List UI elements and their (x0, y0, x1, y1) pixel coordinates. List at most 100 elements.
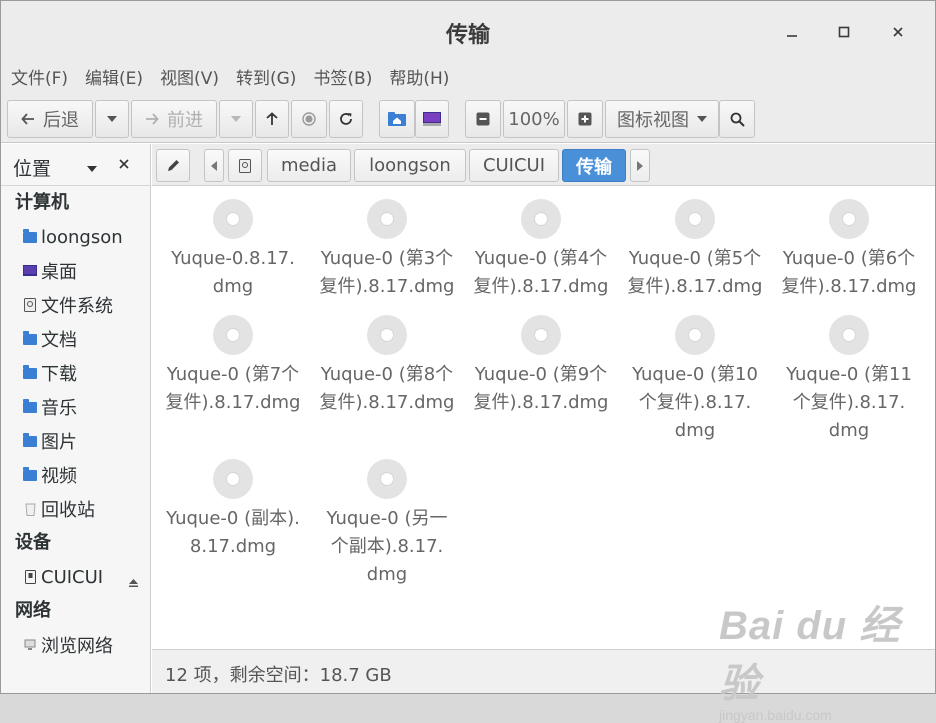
maximize-button[interactable] (831, 19, 857, 45)
minimize-button[interactable] (779, 19, 805, 45)
sidebar-item-label: 桌面 (41, 262, 77, 283)
disk-image-icon (367, 459, 407, 499)
crumb-media[interactable]: media (267, 149, 351, 182)
file-item[interactable]: Yuque-0.8.17. dmg (156, 199, 310, 301)
path-scroll-left-button[interactable] (204, 149, 224, 182)
file-name-line: Yuque-0 (第9个 (474, 364, 608, 385)
sidebar-category-network: 网络 (15, 600, 51, 621)
edit-location-button[interactable] (156, 149, 190, 182)
disk-image-icon (213, 199, 253, 239)
file-item[interactable]: Yuque-0 (第6个 复件).8.17.dmg (772, 199, 926, 301)
view-mode-label: 图标视图 (617, 110, 689, 131)
zoom-out-button[interactable] (465, 100, 501, 138)
computer-button[interactable] (415, 100, 449, 138)
back-history-button[interactable] (95, 100, 129, 138)
file-item[interactable]: Yuque-0 (第7个 复件).8.17.dmg (156, 315, 310, 417)
chevron-left-icon (211, 160, 217, 171)
menu-view[interactable]: 视图(V) (160, 63, 219, 95)
refresh-icon (340, 113, 352, 125)
disk-image-icon (213, 459, 253, 499)
reload-button[interactable] (329, 100, 363, 138)
zoom-level-button[interactable]: 100% (503, 100, 565, 138)
sidebar-item-music[interactable]: 音乐 (1, 390, 150, 424)
menu-bookmarks[interactable]: 书签(B) (313, 63, 372, 95)
sidebar-item-downloads[interactable]: 下载 (1, 356, 150, 390)
file-name: Yuque-0.8.17. dmg (156, 245, 310, 301)
up-button[interactable] (255, 100, 289, 138)
view-mode-dropdown[interactable]: 图标视图 (605, 100, 719, 138)
desktop-icon (23, 265, 37, 276)
baidu-watermark: Bai du 经验 jingyan.baidu.com (719, 593, 935, 723)
sidebar-item-loongson[interactable]: loongson (1, 220, 150, 254)
music-folder-icon (23, 398, 37, 413)
close-button[interactable] (885, 19, 911, 45)
sidebar-item-documents[interactable]: 文档 (1, 322, 150, 356)
crumb-cuicui[interactable]: CUICUI (469, 149, 559, 182)
file-item[interactable]: Yuque-0 (第3个 复件).8.17.dmg (310, 199, 464, 301)
file-item[interactable]: Yuque-0 (第5个 复件).8.17.dmg (618, 199, 772, 301)
menu-edit[interactable]: 编辑(E) (85, 63, 143, 95)
file-item[interactable]: Yuque-0 (另一 个副本).8.17. dmg (310, 459, 464, 589)
forward-history-button[interactable] (219, 100, 253, 138)
sidebar-item-label: CUICUI (41, 566, 104, 588)
file-name-line: Yuque-0 (第4个 (474, 248, 608, 269)
back-button[interactable]: 后退 (7, 100, 93, 138)
disk-image-icon (675, 199, 715, 239)
menu-go[interactable]: 转到(G) (236, 63, 296, 95)
stop-button[interactable] (291, 100, 327, 138)
status-text: 12 项，剩余空间：18.7 GB (165, 665, 392, 686)
minus-icon (476, 112, 490, 126)
forward-button[interactable]: 前进 (131, 100, 217, 138)
sidebar-item-pictures[interactable]: 图片 (1, 424, 150, 458)
file-name-line: dmg (212, 276, 254, 297)
disk-image-icon (829, 315, 869, 355)
sidebar-mode-dropdown[interactable] (87, 157, 97, 176)
file-name-line: 复件).8.17.dmg (165, 392, 301, 413)
file-name: Yuque-0 (第3个 复件).8.17.dmg (310, 245, 464, 301)
disk-image-icon (829, 199, 869, 239)
file-item[interactable]: Yuque-0 (第10 个复件).8.17. dmg (618, 315, 772, 445)
sidebar-item-label: 下载 (41, 364, 77, 385)
file-name: Yuque-0 (第7个 复件).8.17.dmg (156, 361, 310, 417)
search-button[interactable] (719, 100, 755, 138)
file-item[interactable]: Yuque-0 (第9个 复件).8.17.dmg (464, 315, 618, 417)
file-item[interactable]: Yuque-0 (第8个 复件).8.17.dmg (310, 315, 464, 417)
file-name-line: 复件).8.17.dmg (781, 276, 917, 297)
sidebar-item-filesystem[interactable]: 文件系统 (1, 288, 150, 322)
file-name: Yuque-0 (第6个 复件).8.17.dmg (772, 245, 926, 301)
file-name: Yuque-0 (第8个 复件).8.17.dmg (310, 361, 464, 417)
file-name-line: 个复件).8.17. (792, 392, 906, 413)
sidebar-item-trash[interactable]: 回收站 (1, 492, 150, 526)
home-button[interactable] (379, 100, 415, 138)
close-icon (119, 159, 129, 169)
menu-file[interactable]: 文件(F) (11, 63, 68, 95)
file-name-line: Yuque-0 (第8个 (320, 364, 454, 385)
path-scroll-right-button[interactable] (630, 149, 650, 182)
computer-icon (423, 112, 441, 126)
crumb-current[interactable]: 传输 (562, 149, 626, 182)
sidebar-item-cuicui[interactable]: CUICUI (1, 560, 150, 594)
back-label: 后退 (43, 110, 79, 131)
file-name-line: Yuque-0 (第11 (786, 364, 912, 385)
sidebar-close-button[interactable] (119, 154, 129, 174)
sidebar-item-videos[interactable]: 视频 (1, 458, 150, 492)
disk-image-icon (367, 199, 407, 239)
menu-help[interactable]: 帮助(H) (389, 63, 449, 95)
file-icon-view[interactable]: Yuque-0.8.17. dmg Yuque-0 (第3个 复件).8.17.dmg… (152, 187, 935, 649)
eject-button[interactable] (129, 571, 138, 592)
zoom-in-button[interactable] (567, 100, 603, 138)
crumb-loongson[interactable]: loongson (354, 149, 466, 182)
file-item[interactable]: Yuque-0 (第4个 复件).8.17.dmg (464, 199, 618, 301)
sidebar-item-desktop[interactable]: 桌面 (1, 254, 150, 288)
file-item[interactable]: Yuque-0 (第11 个复件).8.17. dmg (772, 315, 926, 445)
sidebar-item-browse-network[interactable]: 浏览网络 (1, 628, 150, 662)
sidebar-header: 位置 (1, 144, 150, 186)
sidebar-item-label: 文件系统 (41, 296, 113, 317)
plus-icon (578, 112, 592, 126)
file-item[interactable]: Yuque-0 (副本). 8.17.dmg (156, 459, 310, 561)
watermark-brand: Bai du 经验 (719, 604, 901, 706)
file-name-line: dmg (828, 420, 870, 441)
title-bar[interactable]: 传输 (1, 1, 935, 63)
file-name: Yuque-0 (第5个 复件).8.17.dmg (618, 245, 772, 301)
crumb-root[interactable] (228, 149, 262, 182)
